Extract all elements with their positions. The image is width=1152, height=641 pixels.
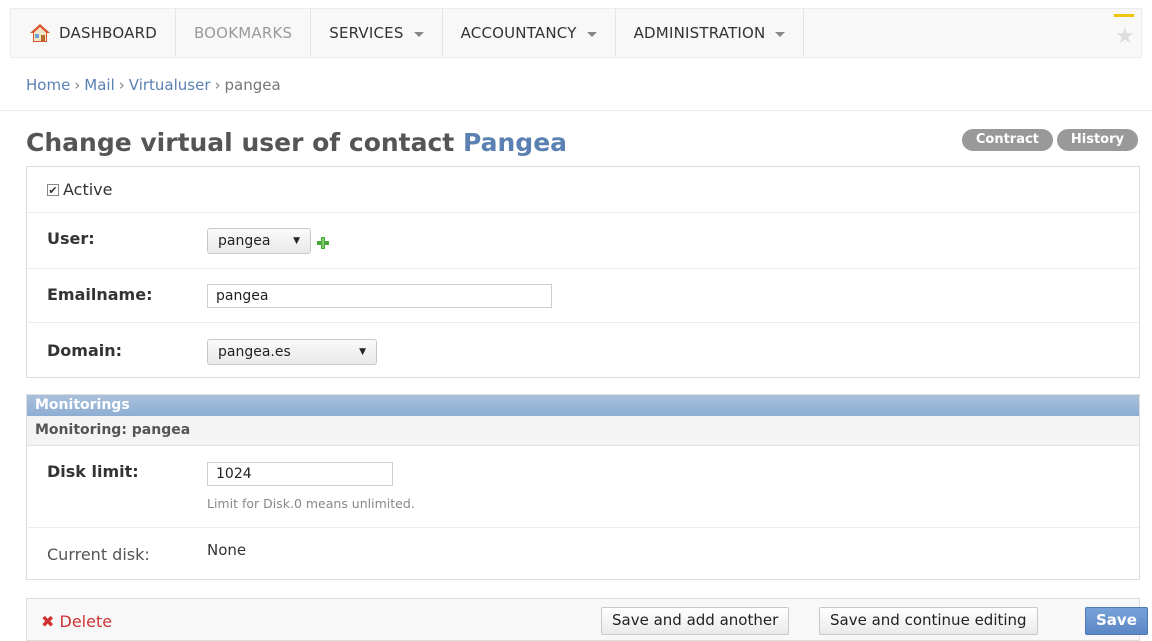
form-row-active: ✔ Active bbox=[27, 167, 1139, 213]
star-icon: ★ bbox=[1115, 23, 1135, 49]
monitorings-heading: Monitorings bbox=[27, 395, 1139, 416]
form-row-current-disk: Current disk: None bbox=[27, 528, 1139, 580]
add-user-icon[interactable] bbox=[316, 235, 330, 249]
disk-limit-label: Disk limit: bbox=[47, 462, 139, 481]
chevron-down-icon bbox=[586, 31, 597, 37]
delete-label: Delete bbox=[59, 612, 113, 631]
domain-select-value: pangea.es bbox=[218, 344, 291, 360]
main-fieldset: ✔ Active User: pangea ▼ Emailname: pangea… bbox=[26, 166, 1140, 378]
nav-services-label: SERVICES bbox=[329, 24, 404, 42]
nav-dashboard-label: DASHBOARD bbox=[59, 24, 157, 42]
delete-icon: ✖ bbox=[41, 612, 55, 631]
domain-label: Domain: bbox=[47, 341, 123, 360]
nav-administration[interactable]: ADMINISTRATION bbox=[616, 9, 805, 57]
nav-dashboard[interactable]: DASHBOARD bbox=[11, 9, 176, 57]
breadcrumb-separator: › bbox=[214, 76, 221, 94]
form-row-emailname: Emailname: pangea bbox=[27, 269, 1139, 323]
disk-limit-input[interactable]: 1024 bbox=[207, 462, 393, 486]
top-navigation: DASHBOARD BOOKMARKS SERVICES ACCOUNTANCY… bbox=[10, 8, 1142, 58]
user-select-value: pangea bbox=[218, 233, 271, 249]
breadcrumb: Home › Mail › Virtualuser › pangea bbox=[26, 76, 281, 94]
breadcrumb-virtualuser[interactable]: Virtualuser bbox=[129, 76, 211, 94]
nav-bookmarks-label: BOOKMARKS bbox=[193, 24, 293, 42]
monitoring-subheading: Monitoring: pangea bbox=[27, 416, 1139, 446]
save-continue-button[interactable]: Save and continue editing bbox=[819, 607, 1038, 635]
save-button[interactable]: Save bbox=[1085, 607, 1148, 635]
domain-select[interactable]: pangea.es ▼ bbox=[207, 339, 377, 365]
bookmark-star-button[interactable]: ★ bbox=[1109, 9, 1141, 57]
page-title-accent[interactable]: Pangea bbox=[463, 128, 567, 157]
breadcrumb-current: pangea bbox=[224, 76, 281, 94]
select-arrow-icon: ▼ bbox=[359, 347, 366, 357]
breadcrumb-home[interactable]: Home bbox=[26, 76, 70, 94]
emailname-input[interactable]: pangea bbox=[207, 284, 552, 308]
active-label: Active bbox=[63, 180, 113, 199]
breadcrumb-separator: › bbox=[118, 76, 125, 94]
nav-services[interactable]: SERVICES bbox=[311, 9, 443, 57]
nav-administration-label: ADMINISTRATION bbox=[633, 24, 766, 42]
delete-link[interactable]: ✖ Delete bbox=[41, 612, 112, 631]
active-checkbox[interactable]: ✔ bbox=[47, 183, 59, 196]
home-icon bbox=[29, 22, 51, 44]
form-row-domain: Domain: pangea.es ▼ bbox=[27, 323, 1139, 379]
contract-button[interactable]: Contract bbox=[961, 129, 1053, 151]
nav-accountancy[interactable]: ACCOUNTANCY bbox=[443, 9, 616, 57]
breadcrumb-mail[interactable]: Mail bbox=[84, 76, 114, 94]
active-field: ✔ Active bbox=[47, 179, 113, 199]
current-disk-value: None bbox=[207, 541, 247, 559]
user-select[interactable]: pangea ▼ bbox=[207, 228, 311, 254]
emailname-label: Emailname: bbox=[47, 285, 153, 304]
submit-row: ✖ Delete Save and add another Save and c… bbox=[26, 598, 1148, 641]
page-title: Change virtual user of contact Pangea bbox=[26, 128, 567, 157]
history-button[interactable]: History bbox=[1056, 129, 1138, 151]
form-row-disk-limit: Disk limit: 1024 Limit for Disk.0 means … bbox=[27, 448, 1139, 528]
chevron-down-icon bbox=[413, 31, 424, 37]
save-add-another-button[interactable]: Save and add another bbox=[601, 607, 790, 635]
star-indicator-bar bbox=[1114, 14, 1134, 17]
monitorings-inline: Monitorings Monitoring: pangea Disk limi… bbox=[26, 394, 1140, 580]
nav-accountancy-label: ACCOUNTANCY bbox=[460, 24, 577, 42]
current-disk-label: Current disk: bbox=[47, 545, 150, 564]
disk-limit-help: Limit for Disk.0 means unlimited. bbox=[207, 496, 415, 511]
select-arrow-icon: ▼ bbox=[293, 236, 300, 246]
chevron-down-icon bbox=[775, 31, 786, 37]
page-title-prefix: Change virtual user of contact bbox=[26, 128, 455, 157]
form-row-user: User: pangea ▼ bbox=[27, 213, 1139, 269]
object-tools: Contract History bbox=[961, 129, 1138, 151]
divider bbox=[0, 110, 1152, 111]
breadcrumb-separator: › bbox=[74, 76, 81, 94]
user-label: User: bbox=[47, 229, 95, 248]
nav-bookmarks[interactable]: BOOKMARKS bbox=[176, 9, 312, 57]
